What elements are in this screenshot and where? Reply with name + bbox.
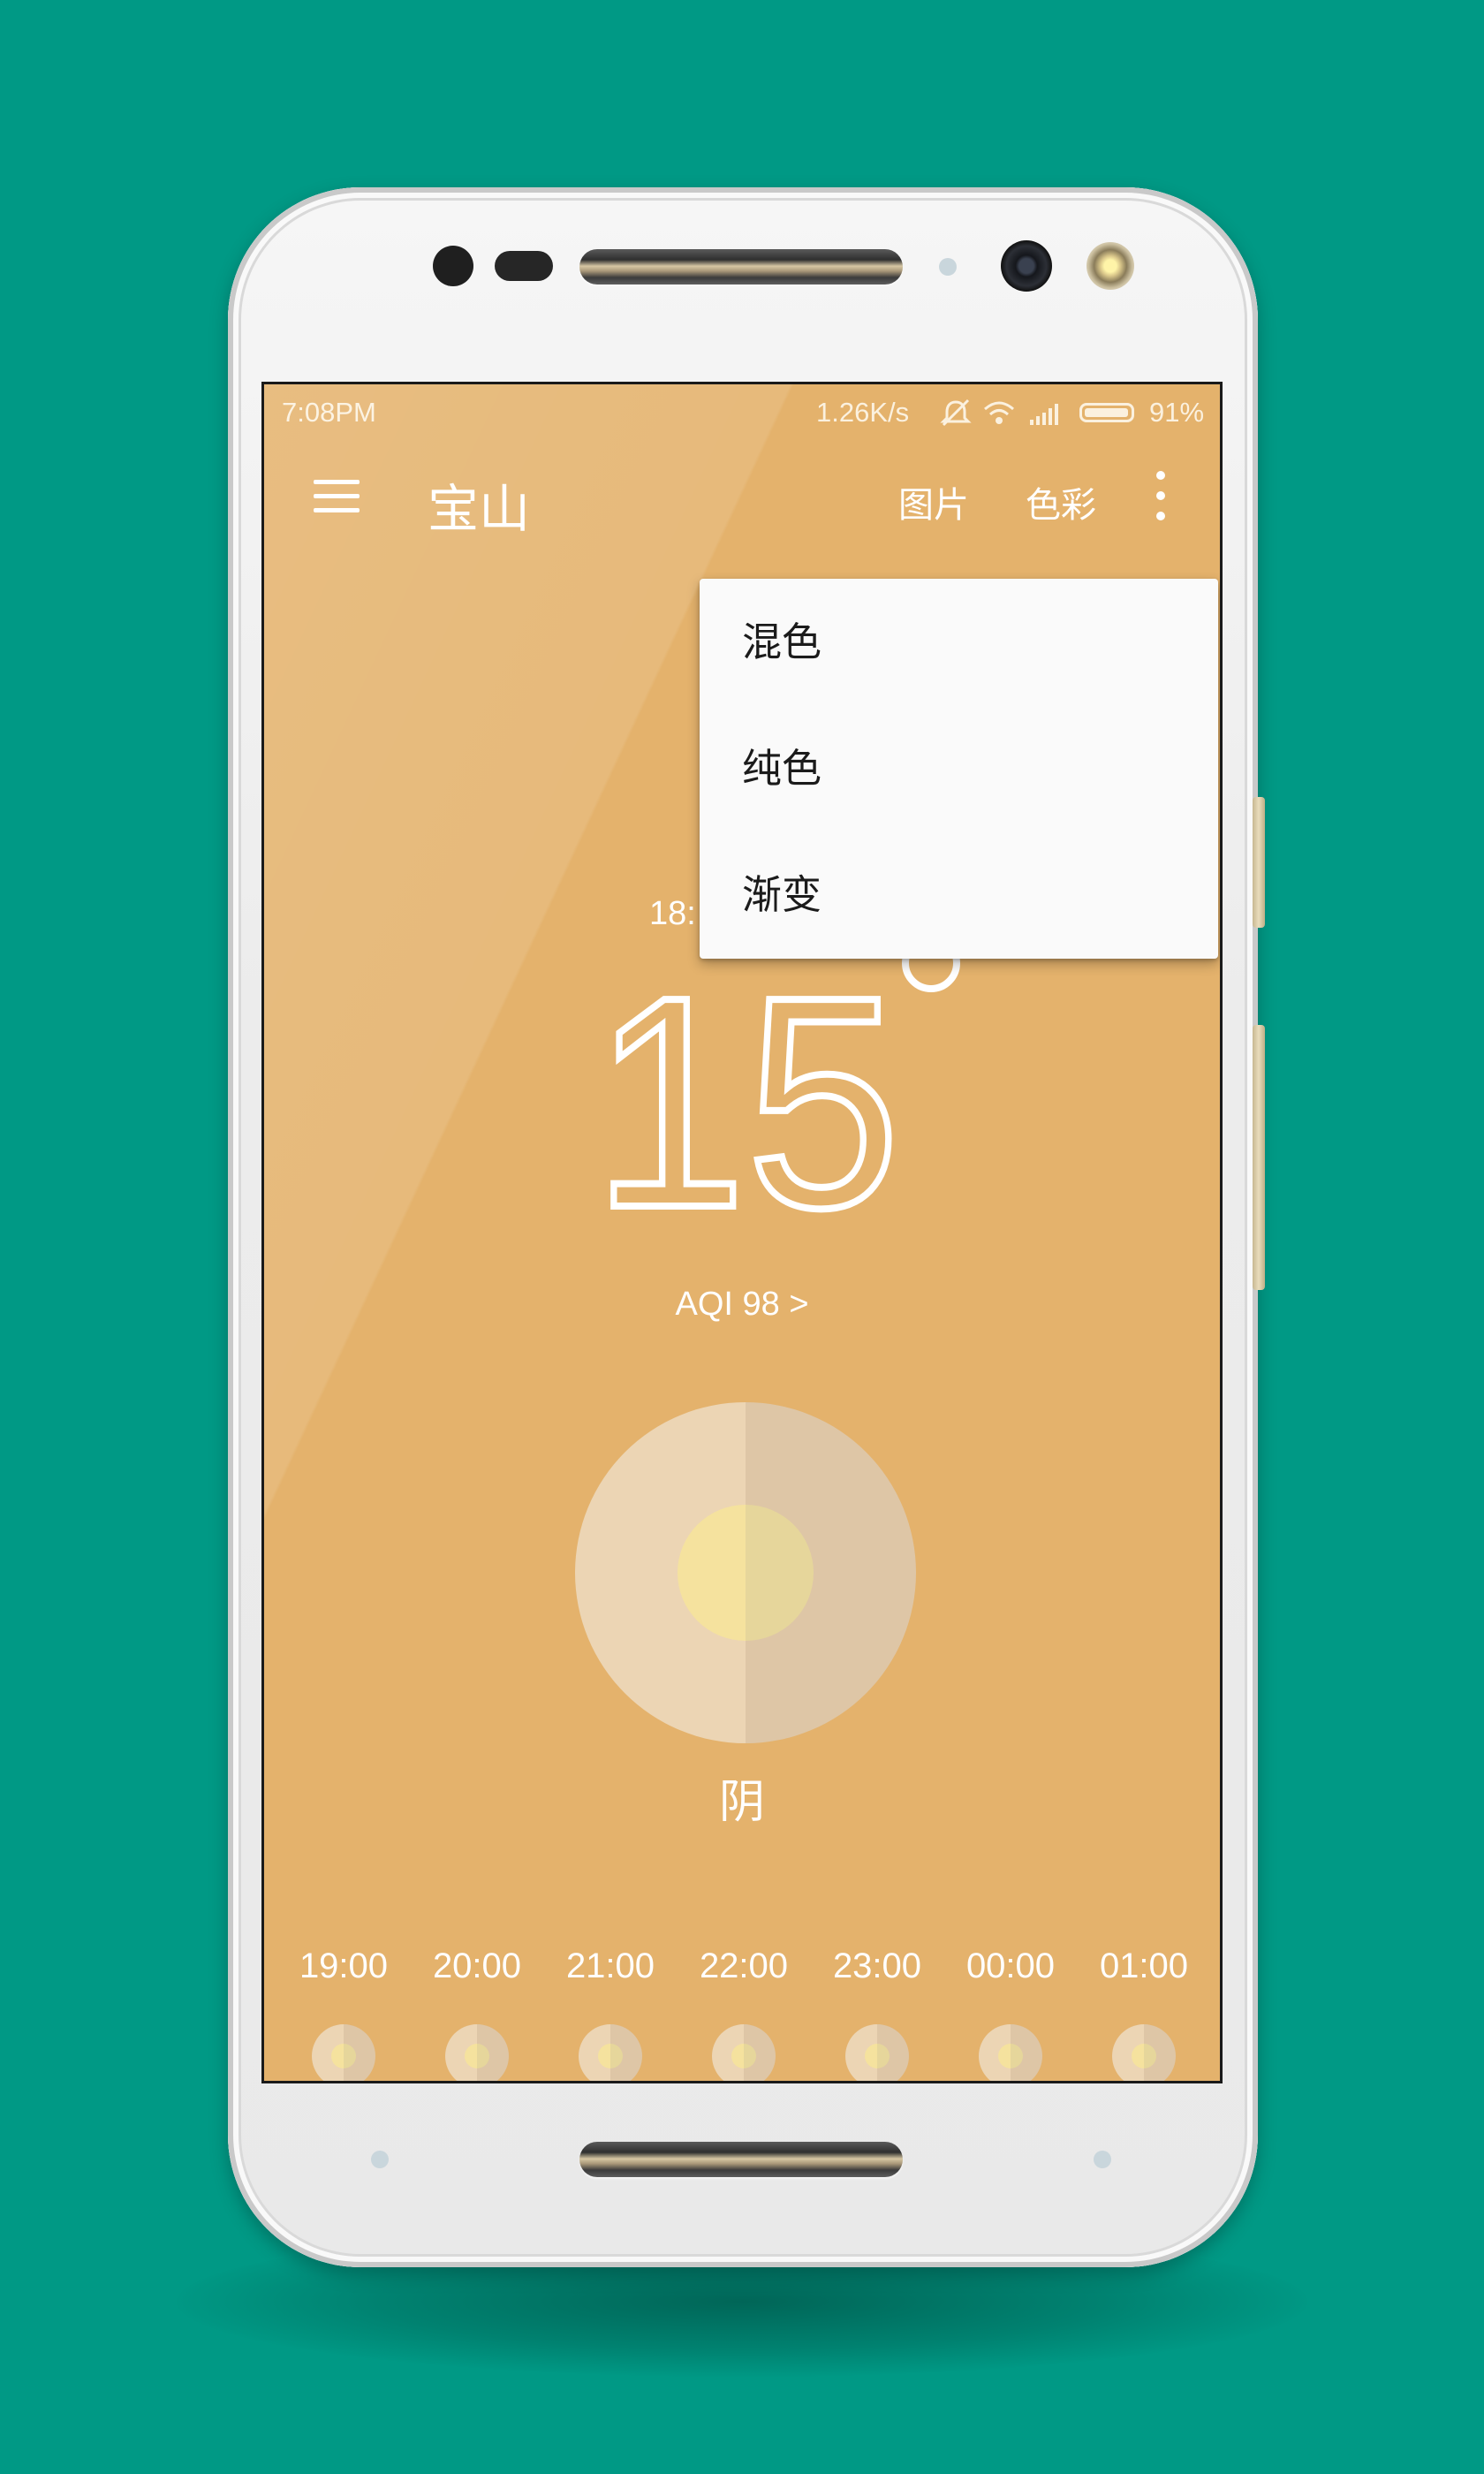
- hourly-item[interactable]: 21:00: [544, 1947, 677, 2081]
- status-bar: 7:08PM 1.26K/s 91%: [264, 384, 1220, 443]
- more-vert-icon[interactable]: [1149, 469, 1170, 522]
- hour-time: 22:00: [699, 1947, 789, 1985]
- volume-button[interactable]: [1253, 797, 1265, 928]
- battery-icon: [1079, 403, 1134, 422]
- hour-time: 20:00: [432, 1947, 522, 1985]
- hourly-item[interactable]: 20:00: [411, 1947, 543, 2081]
- hour-time: 01:00: [1099, 1947, 1189, 1985]
- overcast-sun-icon: [445, 2024, 509, 2081]
- city-title: 宝山: [428, 479, 531, 539]
- action-color[interactable]: 色彩: [1026, 476, 1096, 527]
- power-button[interactable]: [1253, 1025, 1265, 1290]
- notification-led: [939, 258, 957, 276]
- bottom-sensor-left: [371, 2151, 389, 2168]
- hour-time: 00:00: [965, 1947, 1056, 1985]
- overcast-sun-icon: [1112, 2024, 1176, 2081]
- overcast-sun-icon: [579, 2024, 642, 2081]
- front-camera: [1001, 240, 1052, 292]
- overcast-sun-icon: [979, 2024, 1042, 2081]
- network-speed: 1.26K/s: [816, 397, 910, 428]
- mute-icon: [940, 398, 972, 427]
- overcast-sun-icon: [845, 2024, 909, 2081]
- temperature-value: 15: [589, 935, 903, 1271]
- hour-time: 21:00: [565, 1947, 655, 1985]
- menu-item-gradient[interactable]: 渐变: [700, 831, 1218, 958]
- proximity-sensor: [433, 246, 473, 286]
- hourly-item[interactable]: 22:00: [678, 1947, 810, 2081]
- overcast-sun-icon: [312, 2024, 375, 2081]
- hourly-item[interactable]: 23:00: [811, 1947, 943, 2081]
- status-time: 7:08PM: [282, 397, 376, 428]
- overcast-sun-icon: [712, 2024, 776, 2081]
- weather-condition: 阴: [718, 1776, 765, 1829]
- wifi-icon: [984, 401, 1014, 424]
- bottom-sensor-right: [1094, 2151, 1111, 2168]
- update-time: 18:: [649, 895, 696, 932]
- hour-time: 19:00: [299, 1947, 389, 1985]
- battery-percent: 91%: [1149, 397, 1205, 428]
- hourly-item[interactable]: 01:00: [1078, 1947, 1210, 2081]
- hour-time: 23:00: [832, 1947, 922, 1985]
- menu-item-solid[interactable]: 纯色: [700, 705, 1218, 831]
- hamburger-icon[interactable]: [310, 473, 363, 522]
- overflow-menu: 混色 纯色 渐变: [700, 579, 1218, 959]
- hourly-item[interactable]: 00:00: [944, 1947, 1077, 2081]
- temperature: 15: [589, 935, 927, 1271]
- overcast-sun-icon: [575, 1402, 916, 1743]
- bottom-speaker: [579, 2142, 903, 2177]
- aqi-link[interactable]: AQI 98 >: [264, 1286, 1220, 1324]
- action-picture[interactable]: 图片: [898, 476, 969, 527]
- menu-item-mixed[interactable]: 混色: [700, 579, 1218, 705]
- earpiece-speaker: [579, 249, 903, 285]
- front-flash: [1086, 242, 1134, 290]
- app-bar: 宝山 图片 色彩: [264, 443, 1220, 554]
- signal-icon: [1030, 404, 1058, 425]
- light-sensor: [495, 251, 553, 281]
- hourly-item[interactable]: 19:00: [277, 1947, 410, 2081]
- phone-screen: 7:08PM 1.26K/s 91% 宝山 图片 色彩 18: 15 AQI 9…: [261, 382, 1223, 2083]
